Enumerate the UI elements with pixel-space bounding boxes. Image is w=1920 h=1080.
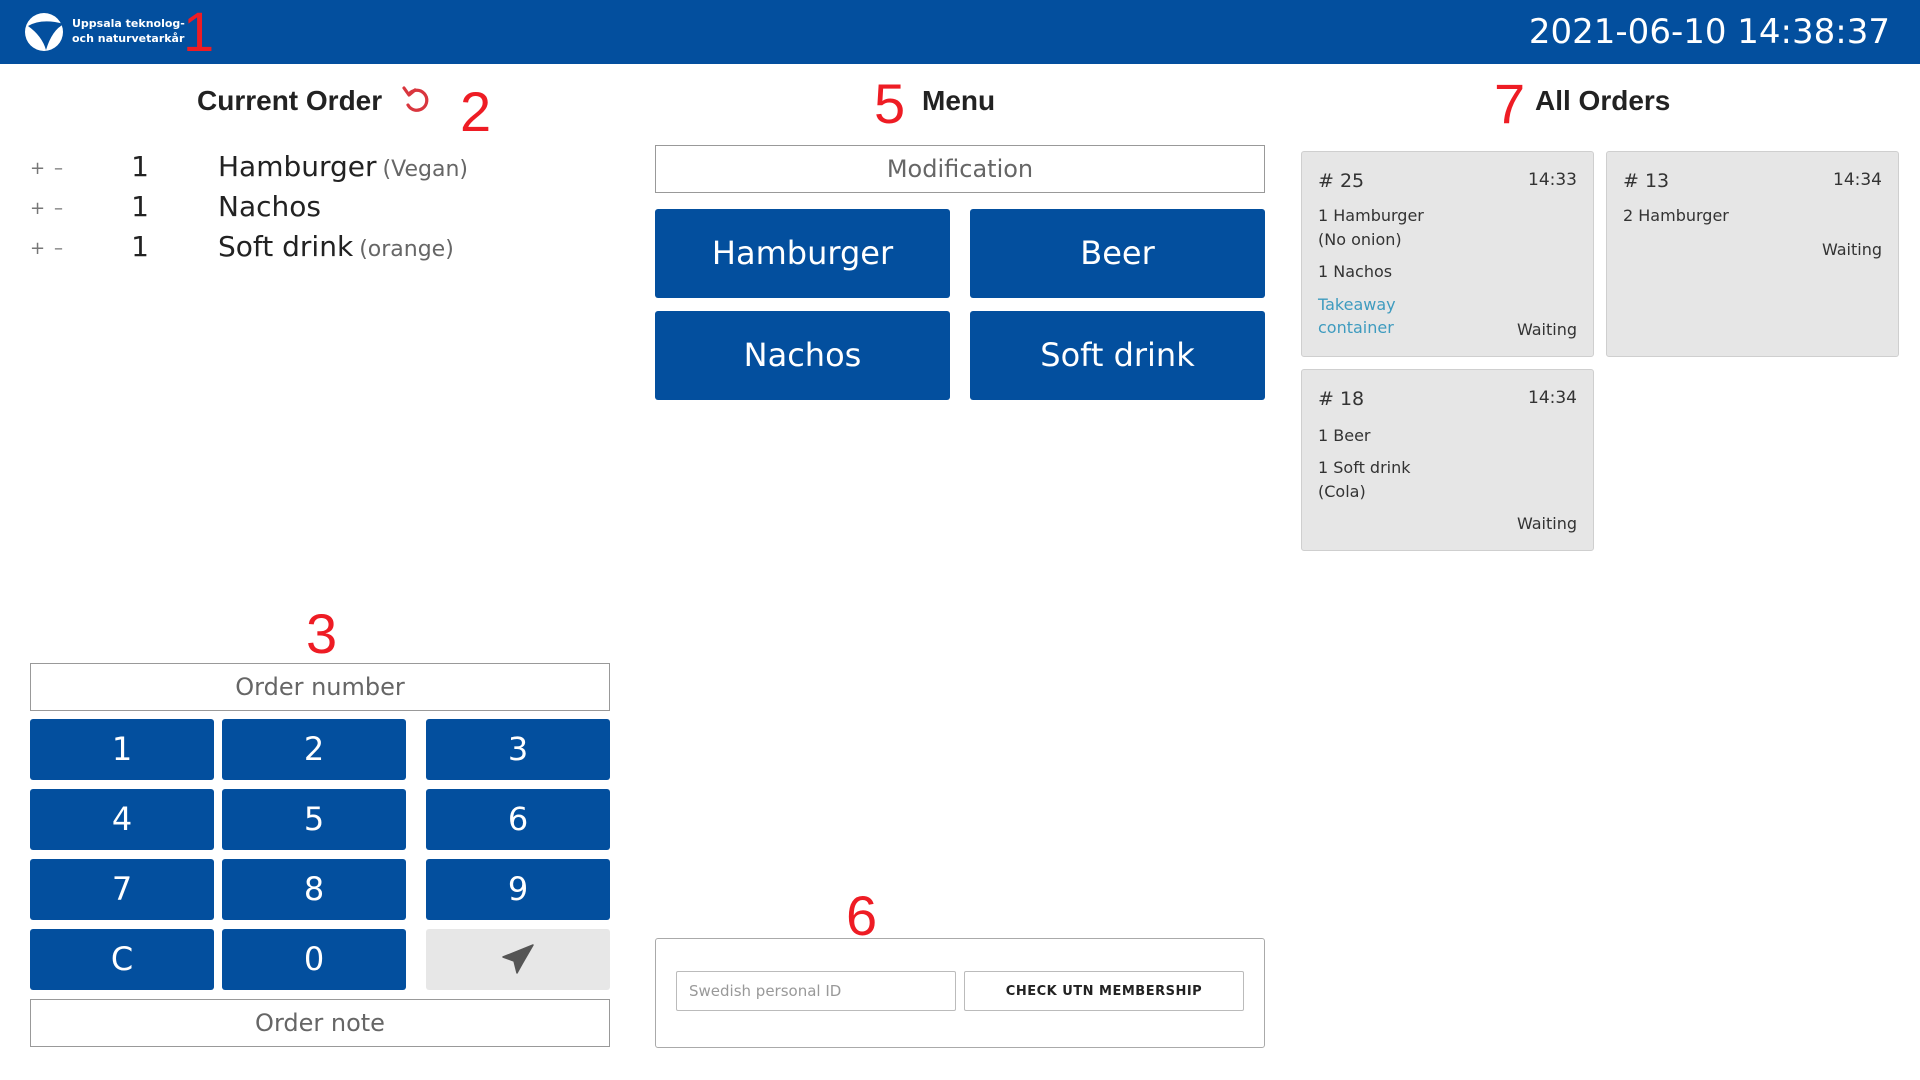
increase-button[interactable]: +	[30, 158, 54, 179]
keypad-key-5[interactable]: 5	[222, 789, 406, 850]
menu-item-beer[interactable]: Beer	[970, 209, 1265, 298]
keypad-key-0[interactable]: 0	[222, 929, 406, 990]
order-note: container	[1318, 318, 1394, 337]
marker-5: 5	[874, 72, 906, 135]
menu-item-soft-drink[interactable]: Soft drink	[970, 311, 1265, 400]
increase-button[interactable]: +	[30, 198, 54, 219]
current-order-title: Current Order	[197, 85, 383, 116]
item-name: Hamburger	[218, 150, 377, 183]
marker-6: 6	[846, 884, 878, 947]
keypad-key-9[interactable]: 9	[426, 859, 610, 920]
item-name: Nachos	[218, 190, 321, 223]
item-quantity: 1	[131, 190, 149, 223]
pos-screen: Uppsala teknolog- och naturvetarkår 2021…	[0, 0, 1920, 1080]
order-line: 1 Hamburger	[1318, 206, 1424, 225]
marker-7: 7	[1494, 72, 1526, 135]
keypad-clear-button[interactable]: C	[30, 929, 214, 990]
item-modification: (orange)	[359, 237, 454, 262]
marker-3: 3	[306, 602, 338, 665]
order-note: Takeaway	[1318, 295, 1396, 314]
check-membership-button[interactable]: CHECK UTN MEMBERSHIP	[964, 971, 1244, 1011]
keypad-key-8[interactable]: 8	[222, 859, 406, 920]
keypad-key-1[interactable]: 1	[30, 719, 214, 780]
order-row: + – 1 Soft drink (orange)	[30, 228, 590, 266]
membership-check-panel: CHECK UTN MEMBERSHIP	[655, 938, 1265, 1048]
personal-id-input[interactable]	[676, 971, 956, 1011]
clock: 2021-06-10 14:38:37	[1528, 12, 1890, 52]
order-row: + – 1 Nachos	[30, 188, 590, 226]
order-time: 14:33	[1528, 170, 1577, 190]
order-status: Waiting	[1516, 320, 1577, 339]
order-number: # 13	[1623, 170, 1670, 192]
order-status: Waiting	[1821, 240, 1882, 259]
order-line: 1 Beer	[1318, 426, 1371, 445]
order-time: 14:34	[1528, 388, 1577, 408]
organisation-logo[interactable]: Uppsala teknolog- och naturvetarkår	[24, 10, 185, 54]
increase-button[interactable]: +	[30, 238, 54, 259]
menu-title: Menu	[922, 85, 996, 116]
decrease-button[interactable]: –	[54, 198, 78, 219]
decrease-button[interactable]: –	[54, 158, 78, 179]
order-line: (Cola)	[1318, 482, 1366, 501]
send-icon	[502, 944, 534, 974]
top-bar: Uppsala teknolog- och naturvetarkår 2021…	[0, 0, 1920, 64]
order-card[interactable]: # 18 14:34 1 Beer 1 Soft drink (Cola) Wa…	[1301, 369, 1594, 551]
keypad-key-3[interactable]: 3	[426, 719, 610, 780]
menu-item-hamburger[interactable]: Hamburger	[655, 209, 950, 298]
order-card[interactable]: # 25 14:33 1 Hamburger (No onion) 1 Nach…	[1301, 151, 1594, 357]
undo-icon[interactable]	[400, 84, 432, 116]
send-order-button[interactable]	[426, 929, 610, 990]
logo-icon	[25, 13, 64, 51]
menu-item-nachos[interactable]: Nachos	[655, 311, 950, 400]
keypad-key-6[interactable]: 6	[426, 789, 610, 850]
marker-1: 1	[183, 0, 215, 63]
order-line: (No onion)	[1318, 230, 1402, 249]
item-modification: (Vegan)	[382, 157, 468, 182]
keypad-key-4[interactable]: 4	[30, 789, 214, 850]
order-line: 1 Nachos	[1318, 262, 1393, 281]
all-orders-title: All Orders	[1535, 85, 1671, 116]
marker-2: 2	[460, 80, 492, 143]
order-row: + – 1 Hamburger (Vegan)	[30, 148, 590, 186]
order-time: 14:34	[1833, 170, 1882, 190]
logo-text: Uppsala teknolog- och naturvetarkår	[72, 17, 185, 45]
order-number: # 25	[1318, 170, 1365, 192]
item-name: Soft drink	[218, 230, 354, 263]
item-quantity: 1	[131, 150, 149, 183]
keypad-key-7[interactable]: 7	[30, 859, 214, 920]
order-card[interactable]: # 13 14:34 2 Hamburger Waiting	[1606, 151, 1899, 357]
order-line: 2 Hamburger	[1623, 206, 1729, 225]
order-number: # 18	[1318, 388, 1365, 410]
order-number-input[interactable]	[30, 663, 610, 711]
keypad-key-2[interactable]: 2	[222, 719, 406, 780]
decrease-button[interactable]: –	[54, 238, 78, 259]
order-line: 1 Soft drink	[1318, 458, 1411, 477]
modification-input[interactable]	[655, 145, 1265, 193]
order-status: Waiting	[1516, 514, 1577, 533]
order-note-input[interactable]	[30, 999, 610, 1047]
item-quantity: 1	[131, 230, 149, 263]
